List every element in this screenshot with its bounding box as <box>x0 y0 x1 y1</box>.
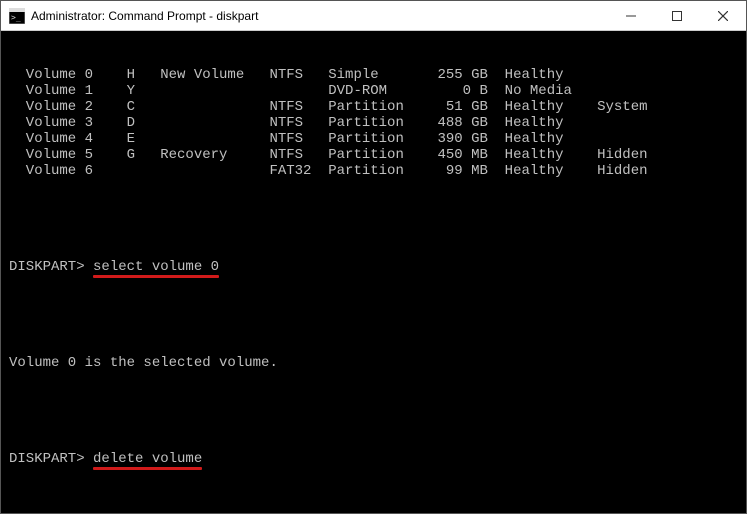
command-select-volume: select volume 0 <box>93 259 219 275</box>
volume-row-1: Volume 1 Y DVD-ROM 0 B No Media <box>9 83 738 99</box>
volume-row-4: Volume 4 E NTFS Partition 390 GB Healthy <box>9 131 738 147</box>
svg-text:>_: >_ <box>11 13 21 22</box>
console-output[interactable]: Volume 0 H New Volume NTFS Simple 255 GB… <box>1 31 746 513</box>
window-controls <box>608 1 746 30</box>
prompt-line-1: DISKPART> select volume 0 <box>9 259 738 275</box>
prompt-line-2: DISKPART> delete volume <box>9 451 738 467</box>
window-title: Administrator: Command Prompt - diskpart <box>31 9 608 23</box>
response-1: Volume 0 is the selected volume. <box>9 355 738 371</box>
volume-row-0: Volume 0 H New Volume NTFS Simple 255 GB… <box>9 67 738 83</box>
volume-row-6: Volume 6 FAT32 Partition 99 MB Healthy H… <box>9 163 738 179</box>
volume-row-3: Volume 3 D NTFS Partition 488 GB Healthy <box>9 115 738 131</box>
minimize-button[interactable] <box>608 1 654 30</box>
close-button[interactable] <box>700 1 746 30</box>
titlebar[interactable]: >_ Administrator: Command Prompt - diskp… <box>1 1 746 31</box>
maximize-button[interactable] <box>654 1 700 30</box>
diskpart-prompt: DISKPART> <box>9 451 93 467</box>
command-prompt-window: >_ Administrator: Command Prompt - diskp… <box>0 0 747 514</box>
volume-row-5: Volume 5 G Recovery NTFS Partition 450 M… <box>9 147 738 163</box>
volume-row-2: Volume 2 C NTFS Partition 51 GB Healthy … <box>9 99 738 115</box>
volume-table: Volume 0 H New Volume NTFS Simple 255 GB… <box>9 67 738 179</box>
diskpart-prompt: DISKPART> <box>9 259 93 275</box>
cmd-icon: >_ <box>9 8 25 24</box>
command-delete-volume: delete volume <box>93 451 202 467</box>
